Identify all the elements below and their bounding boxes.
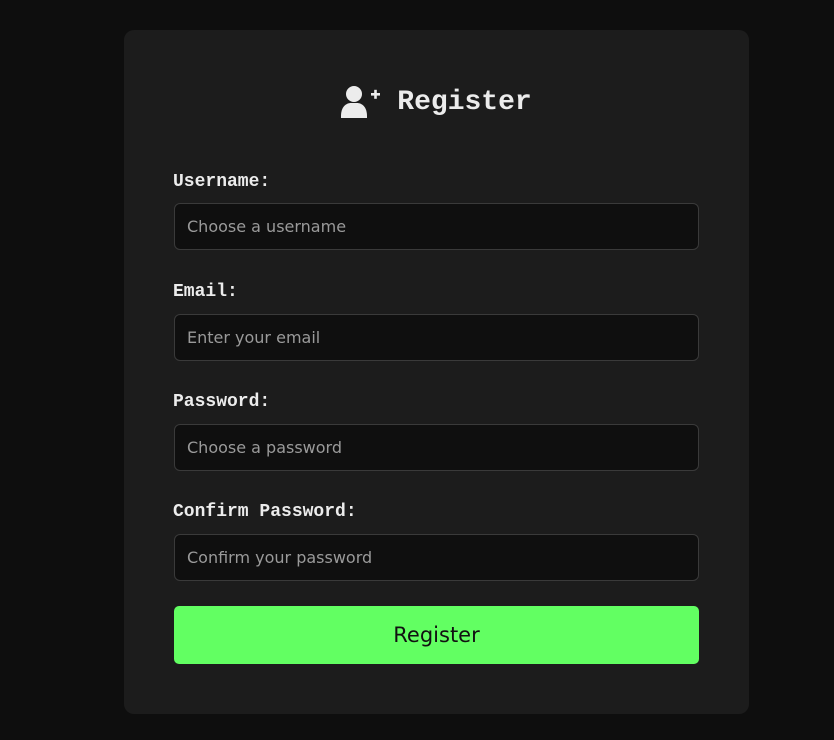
password-label: Password: (173, 392, 271, 412)
username-label: Username: (173, 172, 271, 192)
confirm-password-label: Confirm Password: (173, 502, 357, 522)
username-input[interactable] (174, 203, 699, 250)
form-title: Register (397, 86, 532, 118)
confirm-password-input[interactable] (174, 534, 699, 581)
email-label: Email: (173, 282, 238, 302)
register-button[interactable]: Register (174, 606, 699, 664)
password-input[interactable] (174, 424, 699, 471)
register-card: Register Username: Email: Password: Conf… (124, 30, 749, 714)
email-input[interactable] (174, 314, 699, 361)
user-plus-icon (341, 85, 381, 119)
form-header: Register (124, 82, 749, 122)
